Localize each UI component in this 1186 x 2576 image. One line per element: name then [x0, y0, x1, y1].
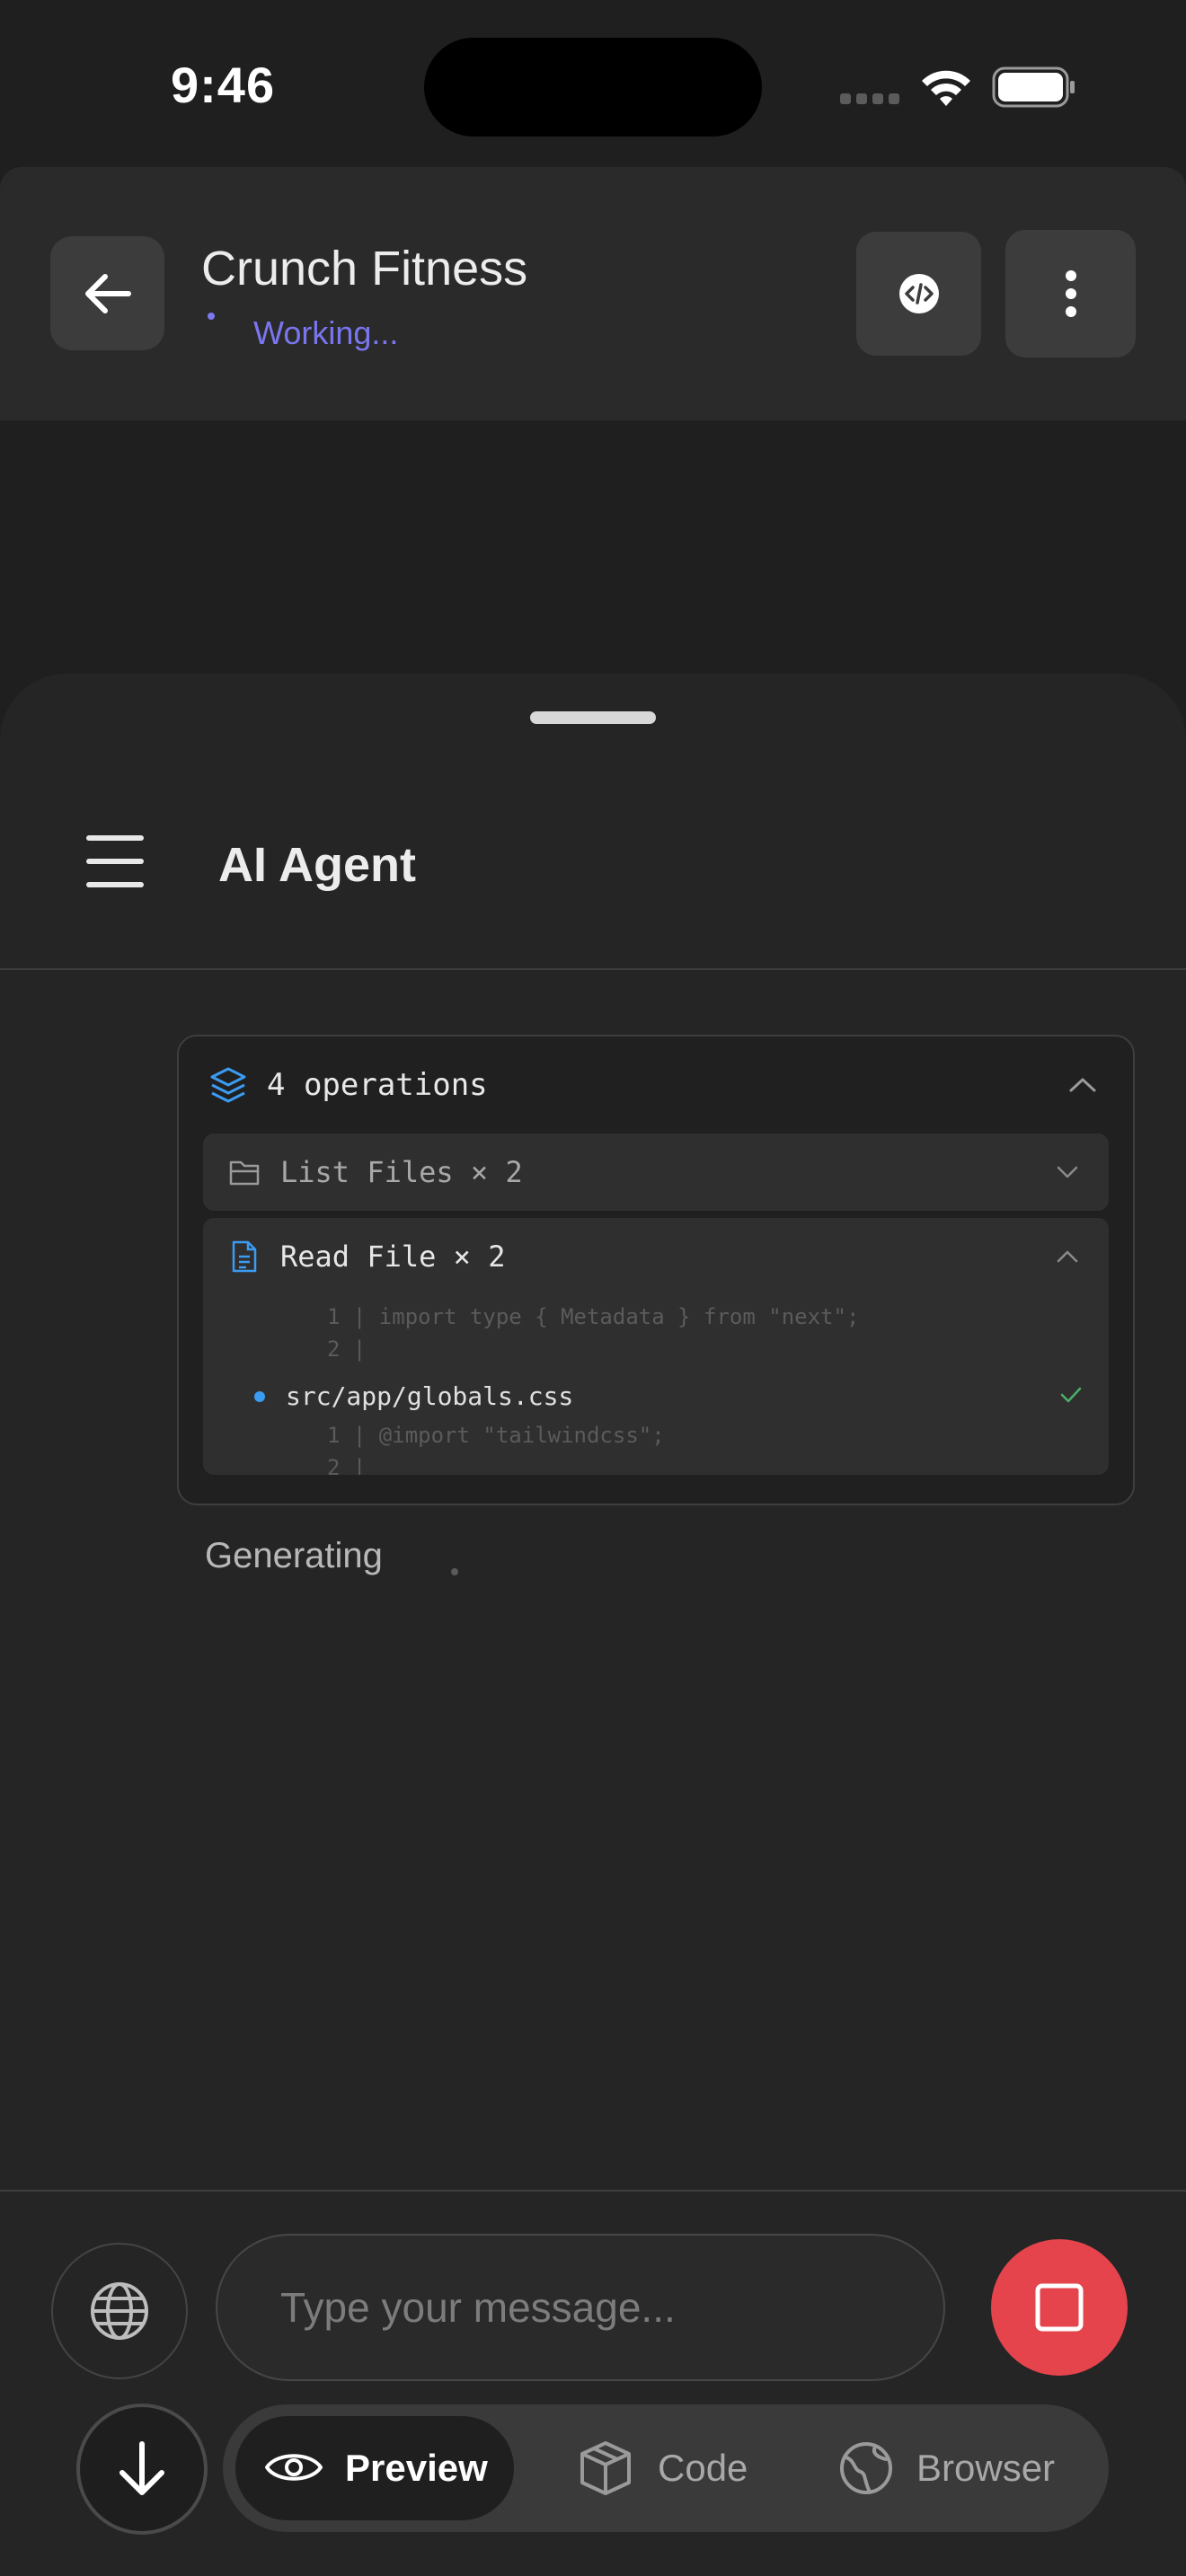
wifi-icon — [922, 70, 970, 106]
chevron-down-icon[interactable] — [1055, 1164, 1080, 1180]
eye-icon — [265, 2454, 323, 2481]
chevron-up-icon[interactable] — [1055, 1248, 1080, 1265]
chevron-up-icon[interactable] — [1067, 1074, 1098, 1096]
view-code-button[interactable] — [856, 232, 981, 356]
operations-summary[interactable]: 4 operations — [267, 1067, 488, 1103]
status-time: 9:46 — [171, 57, 276, 113]
operation-group-label: Read File × 2 — [280, 1239, 506, 1274]
arrow-left-icon — [84, 273, 131, 313]
tab-browser[interactable]: Browser — [837, 2436, 1080, 2501]
tab-label: Browser — [916, 2447, 1056, 2489]
tab-code[interactable]: Code — [575, 2436, 791, 2501]
project-title: Crunch Fitness — [201, 242, 528, 296]
check-icon — [1060, 1387, 1082, 1403]
message-input[interactable] — [216, 2234, 945, 2381]
battery-icon — [992, 66, 1075, 108]
code-line: 2 | — [327, 1455, 367, 1475]
back-button[interactable] — [50, 236, 164, 350]
stop-button[interactable] — [991, 2239, 1128, 2376]
file-path[interactable]: src/app/globals.css — [286, 1381, 573, 1411]
menu-button[interactable] — [86, 835, 144, 889]
code-line: 1 | @import "tailwindcss"; — [327, 1423, 665, 1448]
loading-dot-icon — [451, 1568, 458, 1575]
agent-title: AI Agent — [218, 838, 416, 892]
folder-icon — [229, 1160, 260, 1186]
operation-group-label: List Files × 2 — [280, 1155, 523, 1189]
code-line: 1 | import type { Metadata } from "next"… — [327, 1304, 860, 1329]
tab-preview[interactable]: Preview — [235, 2416, 514, 2520]
dynamic-island — [424, 38, 762, 137]
globe-icon — [91, 2282, 148, 2340]
more-vertical-icon — [1065, 270, 1076, 317]
divider — [0, 2190, 1186, 2192]
tab-label: Preview — [345, 2447, 488, 2489]
file-icon — [232, 1240, 257, 1273]
more-options-button[interactable] — [1005, 230, 1136, 357]
arrow-down-icon — [119, 2441, 164, 2495]
sheet-grabber[interactable] — [530, 711, 656, 724]
cellular-signal-icon — [840, 93, 899, 104]
globe-icon — [840, 2442, 892, 2494]
file-bullet — [254, 1391, 265, 1402]
code-icon — [898, 274, 939, 313]
stop-icon — [1035, 2283, 1084, 2332]
generating-status: Generating — [205, 1536, 383, 1575]
tab-label: Code — [658, 2447, 748, 2489]
box-icon — [580, 2441, 631, 2495]
web-search-toggle[interactable] — [51, 2243, 188, 2379]
working-spinner-icon — [208, 313, 215, 320]
divider — [0, 968, 1186, 970]
code-line: 2 | — [327, 1337, 367, 1362]
scroll-to-bottom-button[interactable] — [76, 2404, 208, 2535]
layers-icon — [210, 1067, 246, 1103]
status-text: Working... — [253, 314, 399, 351]
